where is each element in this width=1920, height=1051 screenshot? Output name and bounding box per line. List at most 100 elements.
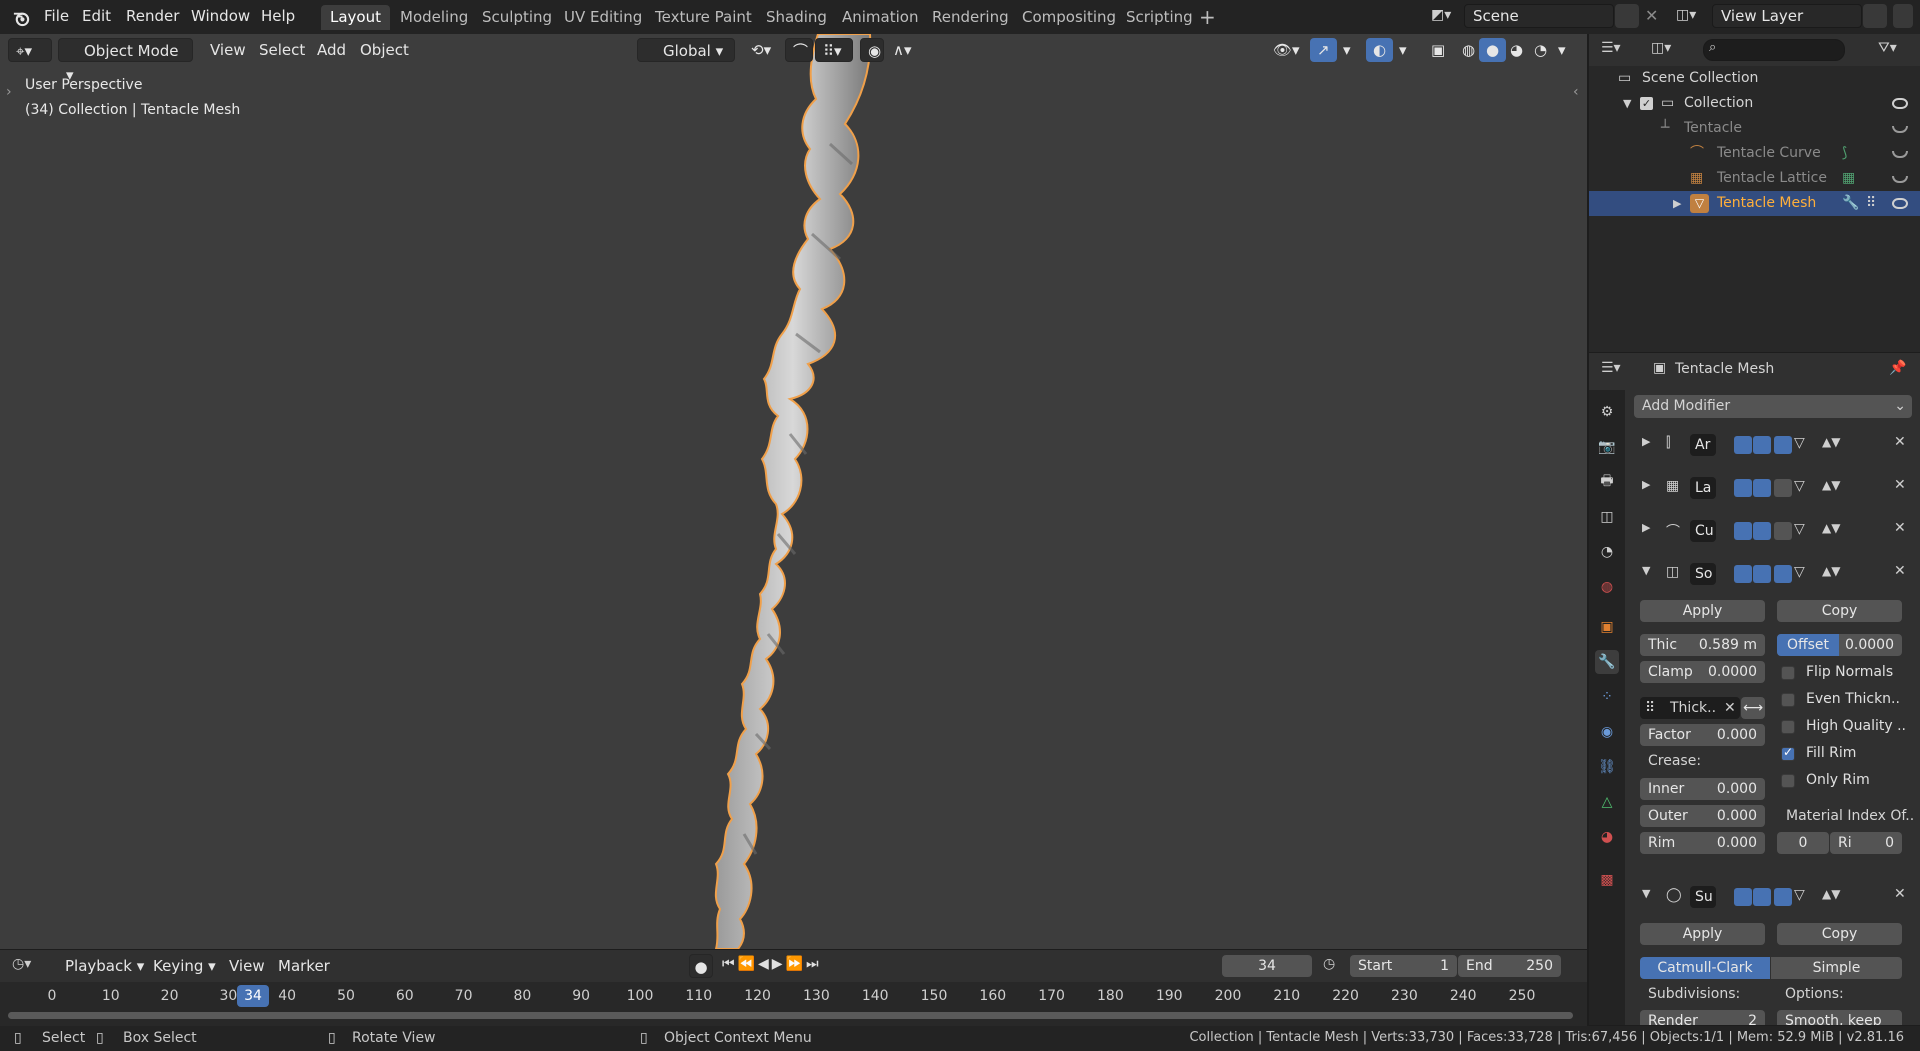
menu-object[interactable]: Object [353,38,416,62]
visibility-eye-closed-icon[interactable] [1892,151,1908,158]
snap-icon[interactable]: ⌒ [785,38,813,62]
gizmo-icon[interactable]: ↗ [1310,38,1337,62]
menu-timeline-view[interactable]: View [222,954,272,978]
modifier-armature[interactable]: ▶ ⫿ Ar ▽ ▲▼ ✕ [1636,430,1914,460]
sidebar-expand-icon[interactable]: ‹ [1573,84,1579,100]
3d-viewport[interactable] [0,34,1587,949]
remove-modifier-icon[interactable]: ✕ [1894,886,1906,902]
tentacle-mesh-object[interactable] [0,34,1587,949]
visibility-eye-closed-icon[interactable] [1892,176,1908,183]
display-mode-icon[interactable]: ◫▾ [1651,40,1671,56]
timeline-scrollbar[interactable] [8,1012,1573,1019]
menu-render[interactable]: Render [126,7,179,25]
visibility-eye-closed-icon[interactable] [1892,126,1908,133]
editmode-toggle-icon[interactable] [1734,479,1752,497]
expand-arrow-icon[interactable]: ▶ [1642,435,1650,448]
current-frame-field[interactable]: 34 [1222,955,1312,977]
end-frame-field[interactable]: End 250 [1458,955,1561,977]
add-workspace-icon[interactable]: + [1199,5,1216,29]
realtime-toggle-icon[interactable] [1753,479,1771,497]
view-layer-extra-icon[interactable] [1893,4,1913,28]
render-toggle-icon[interactable] [1774,565,1792,583]
modifier-solidify[interactable]: ▼ ◫ So ▽ ▲▼ ✕ [1636,559,1914,589]
modifier-name[interactable]: Cu [1690,520,1716,542]
render-toggle-icon[interactable] [1774,888,1792,906]
fill-rim-checkbox[interactable] [1781,745,1795,761]
menu-add[interactable]: Add [310,38,353,62]
factor-field[interactable]: Factor 0.000 [1640,724,1765,746]
outliner-search-input[interactable] [1703,39,1845,61]
material-rim-field[interactable]: Ri 0 [1830,832,1902,854]
falloff-icon[interactable]: ∧▾ [886,38,919,62]
material-offset-field[interactable]: 0 [1777,832,1829,854]
clear-icon[interactable]: ✕ [1724,697,1736,719]
snap-target-icon[interactable]: ⠿▾ [815,38,853,62]
outliner-row-scene-collection[interactable]: ▭ Scene Collection [1589,66,1920,91]
clamp-field[interactable]: Clamp 0.0000 [1640,661,1765,683]
cage-toggle-icon[interactable]: ▽ [1794,478,1805,494]
menu-select[interactable]: Select [252,38,312,62]
expand-arrow-icon[interactable]: ▶ [1642,521,1650,534]
properties-editor-type-icon[interactable]: ☰▾ [1601,360,1621,376]
only-rim-checkbox[interactable] [1781,774,1795,788]
menu-playback[interactable]: Playback ▾ [58,954,151,978]
view-layer-icon[interactable]: ◫▾ [1676,7,1696,23]
rim-crease-field[interactable]: Rim 0.000 [1640,832,1765,854]
outliner-row-collection[interactable]: ▼ ✓ ▭ Collection [1589,91,1920,116]
tab-animation[interactable]: Animation [833,5,927,30]
remove-modifier-icon[interactable]: ✕ [1894,563,1906,579]
proportional-edit-icon[interactable]: ◉ [860,38,884,62]
outliner-row-tentacle-mesh[interactable]: ▶ ▽ Tentacle Mesh 🔧 ⠿ [1589,191,1920,216]
flip-normals-checkbox[interactable] [1781,666,1795,680]
tab-rendering[interactable]: Rendering [923,5,1018,30]
inner-crease-field[interactable]: Inner 0.000 [1640,778,1765,800]
material-tab-icon[interactable]: ◕ [1595,825,1619,849]
constraints-tab-icon[interactable]: ⛓ [1595,755,1619,779]
catmull-clark-button[interactable]: Catmull-Clark [1640,957,1770,979]
remove-modifier-icon[interactable]: ✕ [1894,434,1906,450]
editmode-toggle-icon[interactable] [1734,888,1752,906]
cage-toggle-icon[interactable]: ▽ [1794,435,1805,451]
output-tab-icon[interactable]: 🖶 [1595,470,1619,494]
even-thickness-checkbox[interactable] [1781,693,1795,707]
modifier-subsurf[interactable]: ▼ ◯ Su ▽ ▲▼ ✕ [1636,882,1914,912]
move-up-icon[interactable]: ▲▼ [1822,564,1840,578]
timeline-editor-type-icon[interactable]: ◷▾ [12,956,31,972]
render-toggle-icon[interactable] [1774,436,1792,454]
tab-modeling[interactable]: Modeling [391,5,477,30]
realtime-toggle-icon[interactable] [1753,522,1771,540]
particles-tab-icon[interactable]: ⁘ [1595,685,1619,709]
render-toggle-icon[interactable] [1774,522,1792,540]
move-up-icon[interactable]: ▲▼ [1822,478,1840,492]
new-view-layer-icon[interactable] [1863,4,1887,28]
expand-arrow-icon[interactable]: ▶ [1642,478,1650,491]
expand-arrow-icon[interactable]: ▼ [1623,91,1631,116]
menu-keying[interactable]: Keying ▾ [146,954,223,978]
vertex-group-field[interactable]: ⠿ Thick.. ✕ [1640,697,1740,719]
invert-vgroup-icon[interactable]: ⟷ [1741,697,1765,719]
visibility-icon[interactable]: 👁▾ [1266,38,1307,62]
tab-scripting[interactable]: Scripting [1117,5,1202,30]
cage-toggle-icon[interactable]: ▽ [1794,887,1805,903]
tab-uv-editing[interactable]: UV Editing [555,5,651,30]
editor-type-icon[interactable]: ⌖▾ [8,38,52,62]
editmode-toggle-icon[interactable] [1734,522,1752,540]
filter-icon[interactable]: ⛛▾ [1878,40,1897,56]
tab-texture-paint[interactable]: Texture Paint [646,5,761,30]
expand-arrow-icon[interactable]: ▶ [1673,191,1681,216]
tab-sculpting[interactable]: Sculpting [473,5,561,30]
move-up-icon[interactable]: ▲▼ [1822,887,1840,901]
modifier-name[interactable]: Ar [1690,434,1716,456]
render-toggle-icon[interactable] [1774,479,1792,497]
remove-modifier-icon[interactable]: ✕ [1894,520,1906,536]
playback-controls-icon[interactable]: ⏮⏪◀▶⏩⏭ [722,956,822,972]
toolbar-expand-icon[interactable]: › [6,84,12,100]
high-quality-checkbox[interactable] [1781,720,1795,734]
simple-button[interactable]: Simple [1771,957,1902,979]
visibility-eye-icon[interactable] [1892,98,1908,109]
scene-tab-icon[interactable]: ◔ [1595,540,1619,564]
blender-logo-icon[interactable] [12,8,31,27]
render-tab-icon[interactable]: 📷 [1595,435,1619,459]
pin-icon[interactable]: 📌 [1889,360,1906,376]
editmode-toggle-icon[interactable] [1734,436,1752,454]
